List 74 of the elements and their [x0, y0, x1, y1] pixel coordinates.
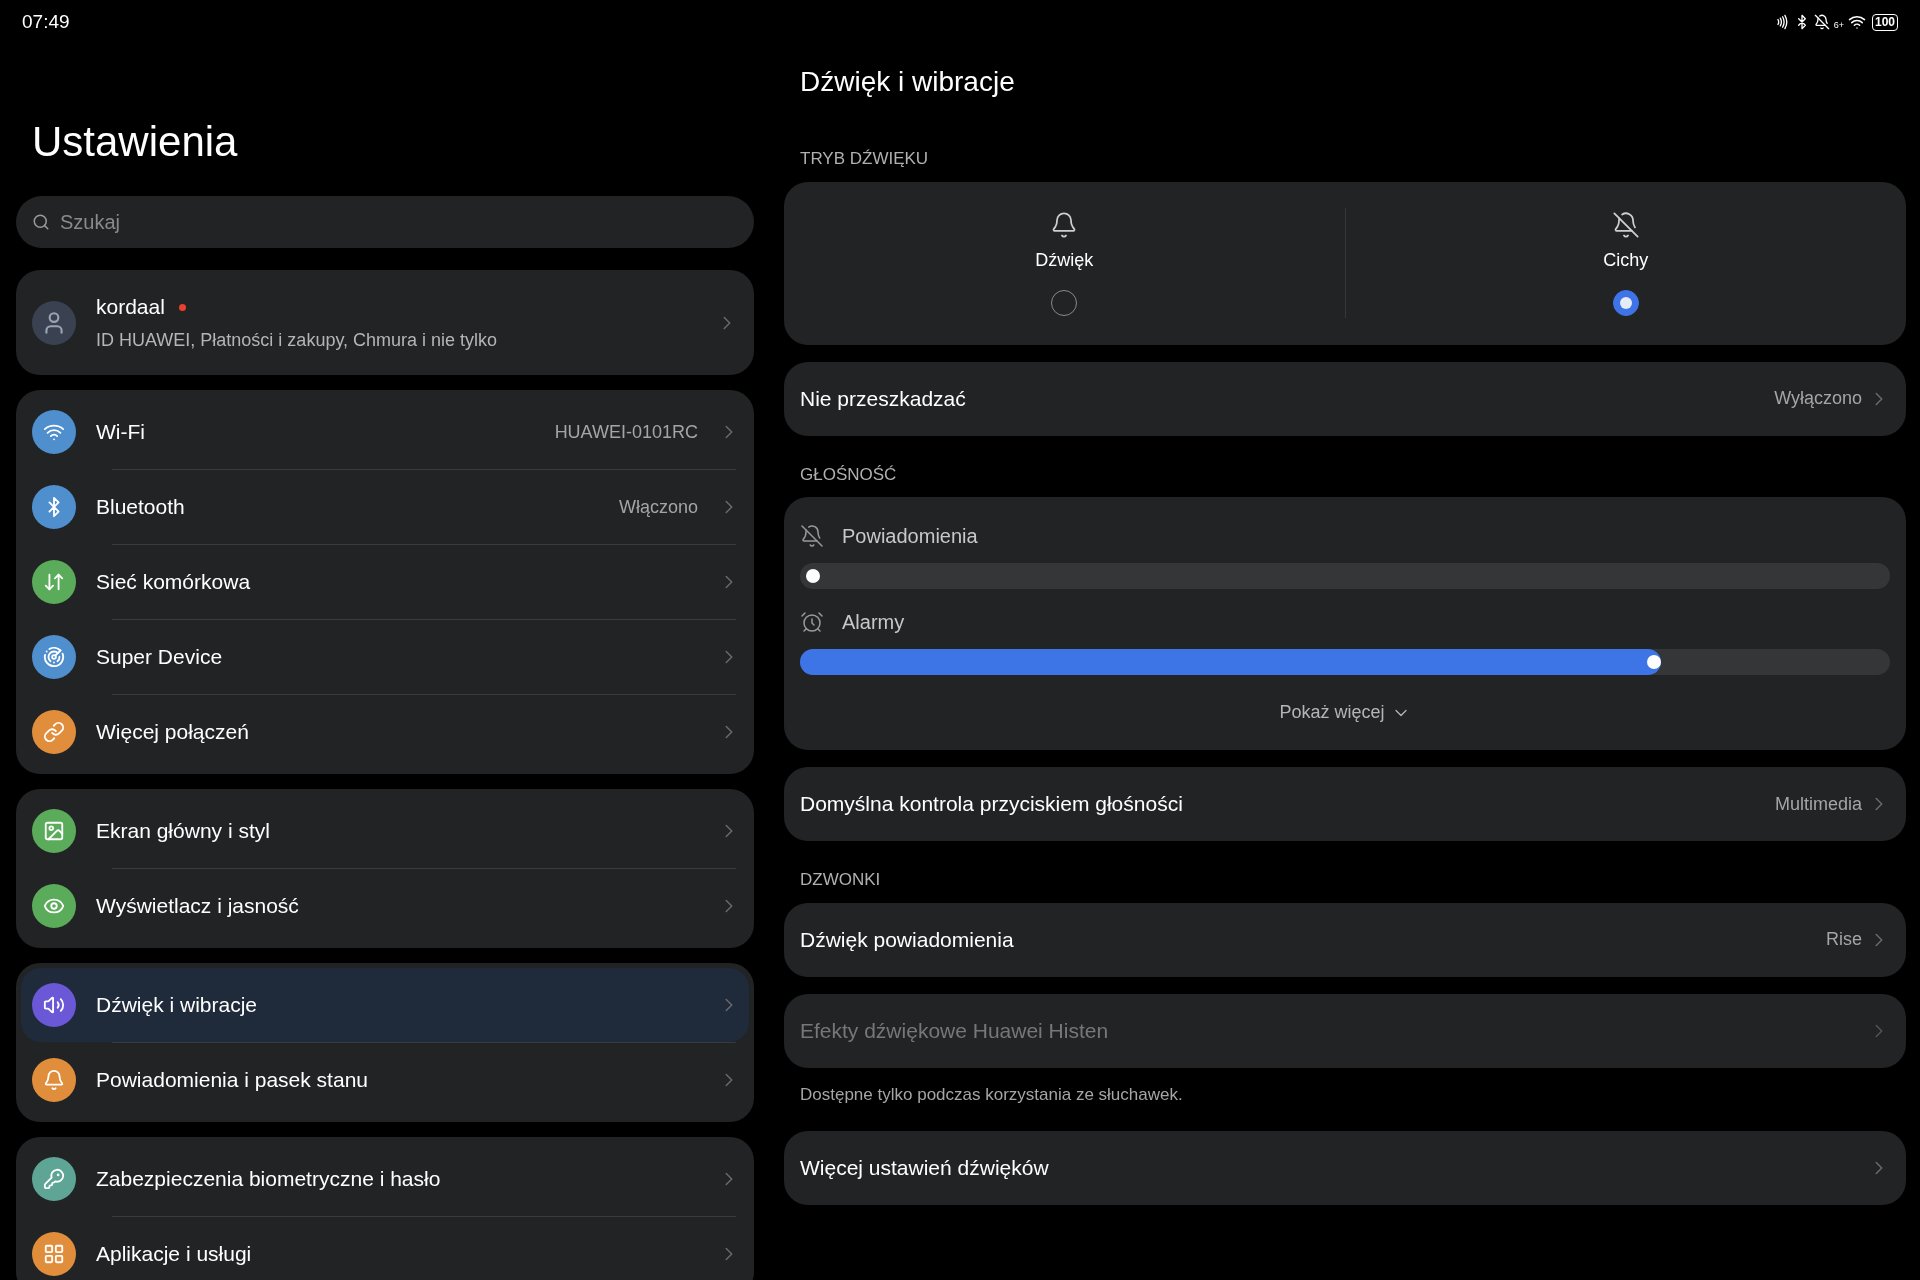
- item-value: HUAWEI-0101RC: [554, 420, 698, 444]
- item-label: Super Device: [96, 644, 224, 671]
- settings-item[interactable]: Bluetooth Włączono: [21, 470, 749, 544]
- row-label: Więcej ustawień dźwięków: [800, 1155, 1050, 1182]
- avatar: [32, 300, 76, 345]
- settings-item[interactable]: Ekran główny i styl: [21, 794, 749, 868]
- item-label: Zabezpieczenia biometryczne i hasło: [96, 1166, 442, 1193]
- mode-label: Dźwięk: [1035, 248, 1094, 272]
- link-icon: [43, 721, 65, 743]
- item-label: Więcej połączeń: [96, 719, 250, 746]
- settings-item[interactable]: Super Device: [21, 620, 749, 694]
- volume-slider[interactable]: [800, 563, 1890, 589]
- settings-row[interactable]: Dźwięk powiadomienia Rise: [784, 902, 1906, 977]
- item-label: Aplikacje i usługi: [96, 1241, 253, 1268]
- item-label: Ekran główny i styl: [96, 818, 271, 845]
- item-label: Sieć komórkowa: [96, 569, 252, 596]
- row-label: Nie przeszkadzać: [800, 385, 967, 412]
- search-field[interactable]: Szukaj: [16, 196, 754, 248]
- section-heading: TRYB DŹWIĘKU: [800, 148, 930, 170]
- row-value: Rise: [1826, 928, 1862, 951]
- row-value: Multimedia: [1774, 792, 1862, 816]
- settings-item[interactable]: Wi-Fi HUAWEI-0101RC: [21, 395, 749, 469]
- bell-off-icon: [800, 524, 824, 548]
- settings-row[interactable]: Więcej ustawień dźwięków: [784, 1131, 1906, 1205]
- settings-item[interactable]: Sieć komórkowa: [21, 545, 749, 619]
- settings-row[interactable]: Nie przeszkadzać Wyłączono: [784, 361, 1906, 436]
- grid-icon: [43, 1243, 65, 1265]
- bell-off-icon: [1813, 14, 1830, 30]
- item-label: Dźwięk i wibracje: [96, 992, 259, 1019]
- panel-title: Dźwięk i wibracje: [800, 65, 1016, 99]
- profile-name: kordaal: [96, 294, 165, 321]
- section-heading: GŁOŚNOŚĆ: [800, 463, 898, 486]
- row-label: Domyślna kontrola przyciskiem głośności: [800, 791, 1184, 818]
- search-icon: [32, 213, 50, 231]
- wifi-badge-label: 6+: [1833, 19, 1844, 33]
- row-note: Dostępne tylko podczas korzystania ze słuchawek.: [800, 1083, 1184, 1106]
- bell-off-icon: [1611, 210, 1640, 239]
- profile-card[interactable]: kordaal ID HUAWEI, Płatności i zakupy, Chmura i nie tylko: [16, 270, 754, 375]
- row-value: Wyłączono: [1774, 387, 1862, 410]
- settings-item[interactable]: Dźwięk i wibracje: [21, 968, 749, 1042]
- mode-radio[interactable]: [1612, 289, 1639, 316]
- battery-indicator: 100: [1871, 13, 1898, 31]
- mode-label: Cichy: [1603, 248, 1649, 272]
- show-more-button[interactable]: Pokaż więcej: [1279, 699, 1411, 726]
- slider-label: Alarmy: [842, 610, 905, 635]
- settings-item[interactable]: Zabezpieczenia biometryczne i hasło: [21, 1142, 749, 1216]
- speaker-icon: [43, 994, 65, 1016]
- search-input[interactable]: Szukaj: [60, 207, 738, 237]
- settings-item[interactable]: Więcej połączeń: [21, 695, 749, 769]
- wifi-icon: [1847, 13, 1866, 31]
- item-label: Wi-Fi: [96, 419, 146, 446]
- page-title: Ustawienia: [32, 117, 239, 167]
- settings-item[interactable]: Aplikacje i usługi: [21, 1217, 749, 1280]
- item-value: Włączono: [618, 495, 698, 519]
- settings-item[interactable]: Wyświetlacz i jasność: [21, 869, 749, 943]
- settings-item[interactable]: Powiadomienia i pasek stanu: [21, 1043, 749, 1117]
- slider-thumb[interactable]: [806, 569, 820, 583]
- radar-icon: [43, 646, 65, 668]
- slider-label: Powiadomienia: [842, 524, 978, 549]
- item-label: Powiadomienia i pasek stanu: [96, 1067, 369, 1094]
- key-icon: [43, 1168, 65, 1190]
- row-label: Dźwięk powiadomienia: [800, 926, 1015, 953]
- status-time: 07:49: [22, 9, 70, 34]
- alarm-clock-icon: [800, 610, 824, 634]
- item-label: Bluetooth: [96, 494, 186, 521]
- profile-subtitle: ID HUAWEI, Płatności i zakupy, Chmura i nie tylko: [96, 328, 499, 352]
- section-heading: DZWONKI: [800, 869, 882, 891]
- bell-icon: [43, 1069, 65, 1091]
- row-label: Efekty dźwiękowe Huawei Histen: [800, 1017, 1110, 1044]
- item-label: Wyświetlacz i jasność: [96, 893, 300, 920]
- arrows-icon: [43, 571, 65, 593]
- image-icon: [43, 820, 65, 842]
- volume-slider[interactable]: [800, 649, 1890, 675]
- settings-row[interactable]: Domyślna kontrola przyciskiem głośności Multimedia: [784, 767, 1906, 841]
